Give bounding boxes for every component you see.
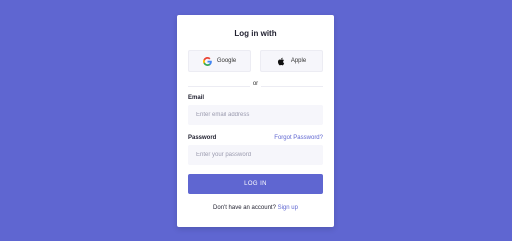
login-title: Log in with (234, 29, 277, 38)
apple-label: Apple (290, 58, 307, 64)
signup-link[interactable]: Sign up (278, 205, 298, 211)
password-field[interactable] (188, 145, 323, 165)
apple-icon (277, 57, 286, 66)
divider-line-right (261, 86, 323, 87)
email-label: Email (188, 95, 205, 101)
email-field[interactable] (188, 105, 323, 125)
forgot-password-link[interactable]: Forgot Password? (274, 135, 323, 141)
or-divider: or (188, 81, 323, 91)
google-login-button[interactable]: Google (188, 50, 251, 72)
password-label: Password (188, 135, 217, 141)
google-icon (202, 56, 212, 66)
google-label: Google (216, 58, 237, 64)
signup-prompt: Don't have an account? (213, 205, 276, 211)
login-button[interactable]: LOG IN (188, 174, 323, 194)
apple-login-button[interactable]: Apple (260, 50, 323, 72)
signup-row: Don't have an account? Sign up (177, 205, 334, 211)
login-card: Log in with Google Apple or Email Passwo… (177, 15, 334, 227)
